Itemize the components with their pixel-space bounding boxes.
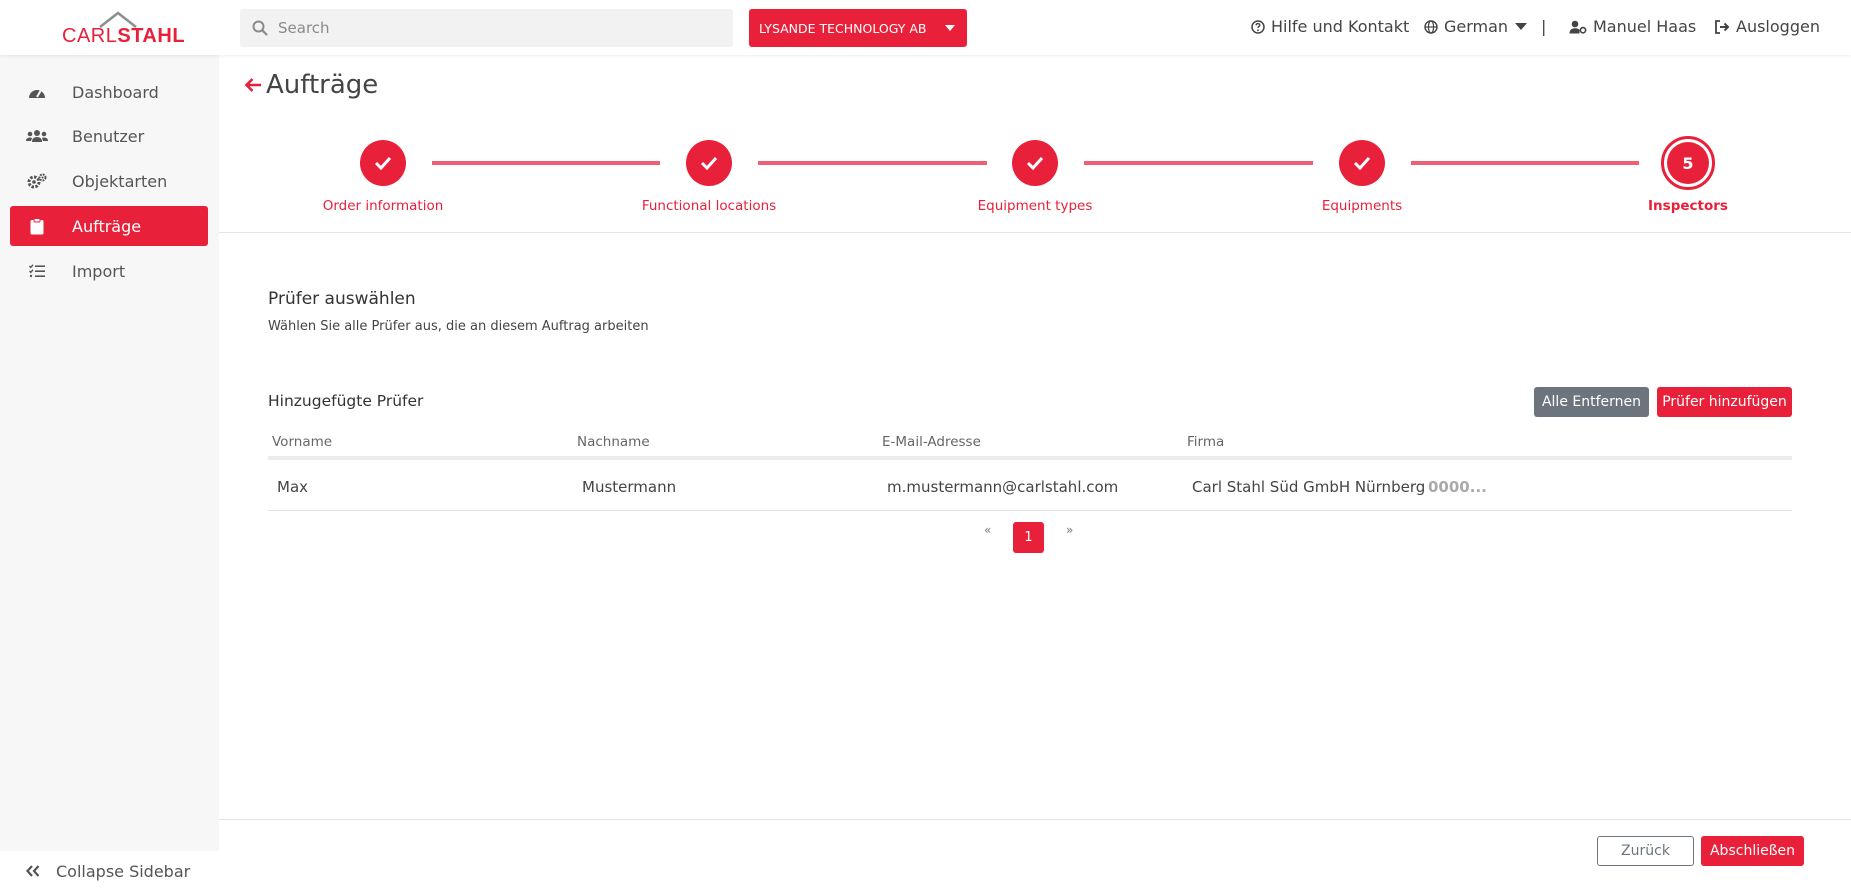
caret-down-icon	[1515, 23, 1528, 30]
section-title: Prüfer auswählen	[268, 289, 416, 309]
cell-company-extra: 0000...	[1428, 478, 1487, 496]
column-header-vorname[interactable]: Vorname	[272, 434, 332, 450]
search-icon	[252, 20, 268, 36]
checkmark-icon	[374, 156, 392, 170]
user-profile-link[interactable]: Manuel Haas	[1569, 17, 1696, 36]
back-button[interactable]: Zurück	[1597, 836, 1694, 866]
table-title: Hinzugefügte Prüfer	[268, 392, 424, 410]
globe-icon	[1424, 19, 1438, 34]
page-header: Aufträge	[244, 70, 378, 100]
sidebar: Dashboard Benutzer Objektarten Aufträge …	[0, 55, 219, 891]
sidebar-item-benutzer[interactable]: Benutzer	[10, 116, 208, 156]
company-name: LYSANDE TECHNOLOGY AB	[759, 20, 927, 36]
stepper-connector	[1084, 161, 1313, 165]
double-chevron-left-icon	[26, 865, 40, 877]
sidebar-item-dashboard[interactable]: Dashboard	[10, 72, 208, 112]
sign-out-icon	[1715, 19, 1730, 34]
column-header-firma[interactable]: Firma	[1187, 434, 1224, 450]
sidebar-item-auftraege[interactable]: Aufträge	[10, 206, 208, 246]
sidebar-item-objektarten[interactable]: Objektarten	[10, 161, 208, 201]
table-header: Vorname Nachname E-Mail-Adresse Firma	[268, 430, 1792, 460]
step-label-equipments[interactable]: Equipments	[1252, 198, 1472, 214]
step-equipments[interactable]	[1339, 140, 1385, 186]
users-icon	[26, 129, 48, 143]
add-inspector-button[interactable]: Prüfer hinzufügen	[1657, 387, 1792, 417]
top-bar: CARLSTAHL LYSANDE TECHNOLOGY AB Hilfe un…	[0, 0, 1851, 55]
collapse-sidebar-button[interactable]: Collapse Sidebar	[0, 851, 219, 891]
cell-company: Carl Stahl Süd GmbH Nürnberg	[1192, 478, 1426, 496]
column-header-email[interactable]: E-Mail-Adresse	[882, 434, 981, 450]
search-box[interactable]	[240, 9, 733, 47]
help-contact-link[interactable]: Hilfe und Kontakt	[1251, 17, 1409, 36]
logout-link[interactable]: Ausloggen	[1714, 17, 1820, 36]
stepper-divider	[219, 232, 1851, 233]
step-equipment-types[interactable]	[1012, 140, 1058, 186]
search-input[interactable]	[278, 19, 718, 37]
step-number: 5	[1667, 142, 1709, 184]
stepper-connector	[432, 161, 660, 165]
step-label-inspectors[interactable]: Inspectors	[1578, 198, 1798, 214]
page-title: Aufträge	[266, 70, 379, 100]
finish-button[interactable]: Abschließen	[1701, 836, 1804, 866]
step-label-order-information[interactable]: Order information	[273, 198, 493, 214]
header-separator: |	[1541, 17, 1547, 36]
checkmark-icon	[700, 156, 718, 170]
clipboard-icon	[26, 217, 48, 235]
column-header-nachname[interactable]: Nachname	[577, 434, 650, 450]
table-row[interactable]: Max Mustermann m.mustermann@carlstahl.co…	[268, 464, 1792, 511]
pagination-prev[interactable]: «	[984, 523, 991, 537]
step-order-information[interactable]	[360, 140, 406, 186]
question-circle-icon	[1251, 19, 1265, 34]
checklist-icon	[26, 264, 48, 278]
checkmark-icon	[1353, 156, 1371, 170]
stepper-connector	[758, 161, 987, 165]
sidebar-item-import[interactable]: Import	[10, 251, 208, 291]
step-inspectors[interactable]: 5	[1661, 136, 1715, 190]
section-subtitle: Wählen Sie alle Prüfer aus, die an diese…	[268, 319, 649, 334]
company-selector-button[interactable]: LYSANDE TECHNOLOGY AB	[749, 9, 967, 47]
language-selector[interactable]: German	[1424, 17, 1528, 36]
step-label-equipment-types[interactable]: Equipment types	[925, 198, 1145, 214]
step-functional-locations[interactable]	[686, 140, 732, 186]
dashboard-gauge-icon	[26, 85, 48, 99]
cell-email: m.mustermann@carlstahl.com	[887, 478, 1119, 496]
caret-down-icon	[945, 25, 955, 31]
checkmark-icon	[1026, 156, 1044, 170]
carl-stahl-logo[interactable]: CARLSTAHL	[60, 8, 185, 47]
pagination-next[interactable]: »	[1066, 523, 1073, 537]
pagination-page-1[interactable]: 1	[1013, 522, 1044, 553]
user-cog-icon	[1569, 20, 1587, 34]
stepper-connector	[1411, 161, 1639, 165]
remove-all-button[interactable]: Alle Entfernen	[1534, 387, 1649, 417]
gears-icon	[26, 173, 48, 189]
logo-wordmark: CARLSTAHL	[62, 25, 186, 47]
back-arrow-icon[interactable]	[244, 77, 262, 93]
step-label-functional-locations[interactable]: Functional locations	[599, 198, 819, 214]
cell-last-name: Mustermann	[582, 478, 677, 496]
cell-first-name: Max	[277, 478, 309, 496]
